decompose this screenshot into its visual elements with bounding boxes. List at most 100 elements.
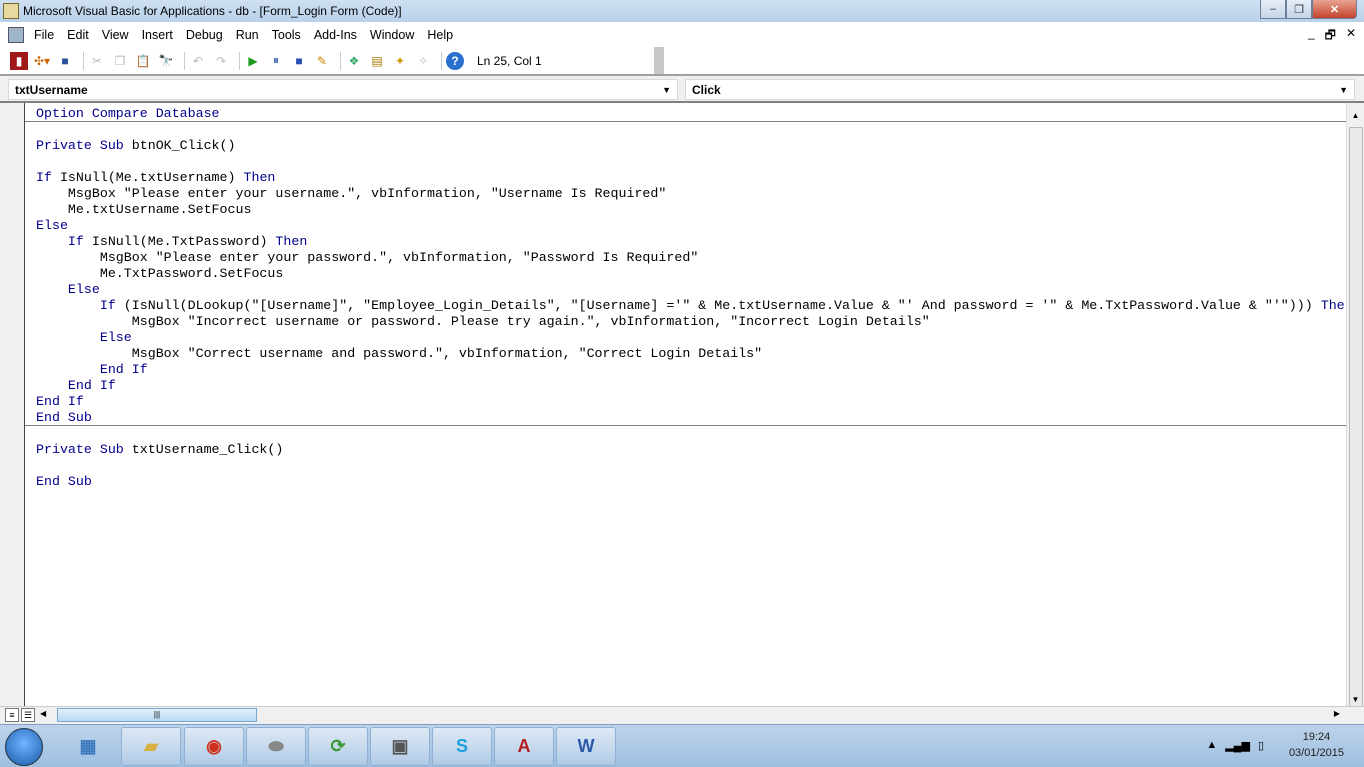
code-line[interactable]: Private Sub btnOK_Click(): [36, 138, 1345, 154]
paste-icon[interactable]: 📋: [134, 52, 152, 70]
clock[interactable]: 19:24 03/01/2015: [1289, 729, 1344, 761]
object-dropdown[interactable]: txtUsername ▼: [8, 79, 678, 100]
code-line[interactable]: Private Sub txtUsername_Click(): [36, 442, 1345, 458]
procedure-dropdown-value: Click: [692, 82, 721, 97]
drive-taskbar-icon[interactable]: ⬬: [246, 727, 306, 766]
media-taskbar-icon[interactable]: ▣: [370, 727, 430, 766]
access-icon[interactable]: ▮: [10, 51, 28, 70]
code-line[interactable]: End If: [36, 362, 1345, 378]
app-menu-icon[interactable]: [8, 26, 24, 43]
procedure-dropdown[interactable]: Click ▼: [685, 79, 1355, 100]
code-line[interactable]: Else: [36, 330, 1345, 346]
control-panel-taskbar-icon[interactable]: ▦: [58, 727, 118, 766]
code-line[interactable]: MsgBox "Please enter your username.", vb…: [36, 186, 1345, 202]
code-line[interactable]: [36, 154, 1345, 170]
design-mode-icon[interactable]: ✎: [313, 52, 331, 70]
code-line[interactable]: Else: [36, 282, 1345, 298]
code-line[interactable]: Else: [36, 218, 1345, 234]
code-line[interactable]: Me.TxtPassword.SetFocus: [36, 266, 1345, 282]
horizontal-scroll-thumb[interactable]: |||: [57, 708, 257, 722]
vertical-scrollbar[interactable]: ▲ ▼: [1346, 103, 1364, 707]
properties-icon[interactable]: ▤: [368, 52, 386, 70]
menu-view[interactable]: View: [102, 28, 129, 42]
word-taskbar-icon[interactable]: W: [556, 727, 616, 766]
mdi-minimize-button[interactable]: _: [1308, 26, 1315, 47]
menu-run[interactable]: Run: [236, 28, 259, 42]
code-keyword: End If: [99, 362, 148, 377]
mdi-restore-button[interactable]: 🗗: [1325, 26, 1336, 47]
battery-icon[interactable]: ▯: [1258, 739, 1264, 752]
chevron-down-icon[interactable]: ▼: [662, 85, 671, 95]
undo-icon[interactable]: ↶: [189, 52, 207, 70]
menu-tools[interactable]: Tools: [272, 28, 301, 42]
code-line[interactable]: End Sub: [36, 474, 1345, 490]
code-line[interactable]: MsgBox "Incorrect username or password. …: [36, 314, 1345, 330]
code-keyword: Else: [67, 282, 100, 297]
full-module-view-button[interactable]: ☰: [21, 708, 35, 722]
scroll-right-icon[interactable]: ▶: [1334, 709, 1340, 718]
code-line[interactable]: If IsNull(Me.txtUsername) Then: [36, 170, 1345, 186]
reset-icon[interactable]: ■: [290, 52, 308, 70]
code-line[interactable]: Me.txtUsername.SetFocus: [36, 202, 1345, 218]
code-line[interactable]: MsgBox "Correct username and password.",…: [36, 346, 1345, 362]
menu-insert[interactable]: Insert: [142, 28, 173, 42]
code-line[interactable]: [36, 122, 1345, 138]
code-line[interactable]: [36, 426, 1345, 442]
start-button[interactable]: [5, 728, 43, 766]
code-line[interactable]: End Sub: [36, 410, 1345, 426]
menu-help[interactable]: Help: [427, 28, 453, 42]
procedure-view-button[interactable]: ≡: [5, 708, 19, 722]
insert-icon[interactable]: ✣▾: [33, 52, 51, 70]
code-line[interactable]: [36, 458, 1345, 474]
restore-button[interactable]: ❐: [1286, 0, 1312, 19]
find-icon[interactable]: 🔭: [157, 52, 175, 70]
copy-icon[interactable]: ❐: [111, 52, 129, 70]
save-icon[interactable]: ■: [56, 52, 74, 70]
vba-app-icon: [3, 3, 19, 19]
code-text[interactable]: Option Compare Database Private Sub btnOK…: [36, 106, 1345, 490]
cut-icon[interactable]: ✂: [88, 52, 106, 70]
code-line[interactable]: End If: [36, 394, 1345, 410]
code-keyword: The: [1320, 298, 1345, 313]
scroll-left-icon[interactable]: ◀: [40, 709, 46, 718]
menu-add-ins[interactable]: Add-Ins: [314, 28, 357, 42]
code-line[interactable]: If IsNull(Me.TxtPassword) Then: [36, 234, 1345, 250]
chevron-down-icon[interactable]: ▼: [1339, 85, 1348, 95]
menu-debug[interactable]: Debug: [186, 28, 223, 42]
show-hidden-icons-icon[interactable]: ▲: [1206, 739, 1217, 752]
margin-indicator-bar[interactable]: [0, 103, 25, 706]
code-line[interactable]: End If: [36, 378, 1345, 394]
horizontal-scrollbar-area: ≡ ☰ ◀ ||| ▶: [0, 706, 1364, 723]
skype-taskbar-icon[interactable]: S: [432, 727, 492, 766]
run-icon[interactable]: ▶: [244, 52, 262, 70]
close-button[interactable]: ✕: [1312, 0, 1357, 19]
code-text-segment: [36, 330, 100, 345]
redo-icon[interactable]: ↷: [212, 52, 230, 70]
menu-edit[interactable]: Edit: [67, 28, 89, 42]
code-line[interactable]: MsgBox "Please enter your password.", vb…: [36, 250, 1345, 266]
object-browser-icon[interactable]: ✦: [391, 52, 409, 70]
mdi-close-button[interactable]: ✕: [1346, 26, 1356, 47]
vertical-scroll-thumb[interactable]: [1349, 127, 1363, 707]
project-explorer-icon[interactable]: ❖: [345, 52, 363, 70]
menu-file[interactable]: File: [34, 28, 54, 42]
minimize-button[interactable]: ‒: [1260, 0, 1286, 19]
access-taskbar-icon[interactable]: A: [494, 727, 554, 766]
help-icon[interactable]: ?: [446, 51, 464, 70]
code-text-segment: [36, 282, 68, 297]
toolbox-icon[interactable]: ✧: [414, 52, 432, 70]
sync-taskbar-icon[interactable]: ⟳: [308, 727, 368, 766]
chrome-taskbar-icon[interactable]: ◉: [184, 727, 244, 766]
code-editor[interactable]: Option Compare Database Private Sub btnOK…: [0, 101, 1364, 707]
scroll-down-icon[interactable]: ▼: [1347, 695, 1364, 704]
code-line[interactable]: If (IsNull(DLookup("[Username]", "Employ…: [36, 298, 1345, 314]
explorer-taskbar-icon[interactable]: ▰: [121, 727, 181, 766]
code-text-segment: (IsNull(DLookup("[Username]", "Employee_…: [115, 298, 1321, 313]
signal-icon[interactable]: ▂▄▆: [1225, 739, 1250, 752]
toolbar-options-grip[interactable]: [654, 47, 664, 74]
cursor-position: Ln 25, Col 1: [477, 53, 542, 68]
break-icon[interactable]: ⏸: [267, 52, 285, 70]
code-line[interactable]: Option Compare Database: [36, 106, 1345, 122]
menu-window[interactable]: Window: [370, 28, 414, 42]
scroll-up-icon[interactable]: ▲: [1347, 111, 1364, 120]
